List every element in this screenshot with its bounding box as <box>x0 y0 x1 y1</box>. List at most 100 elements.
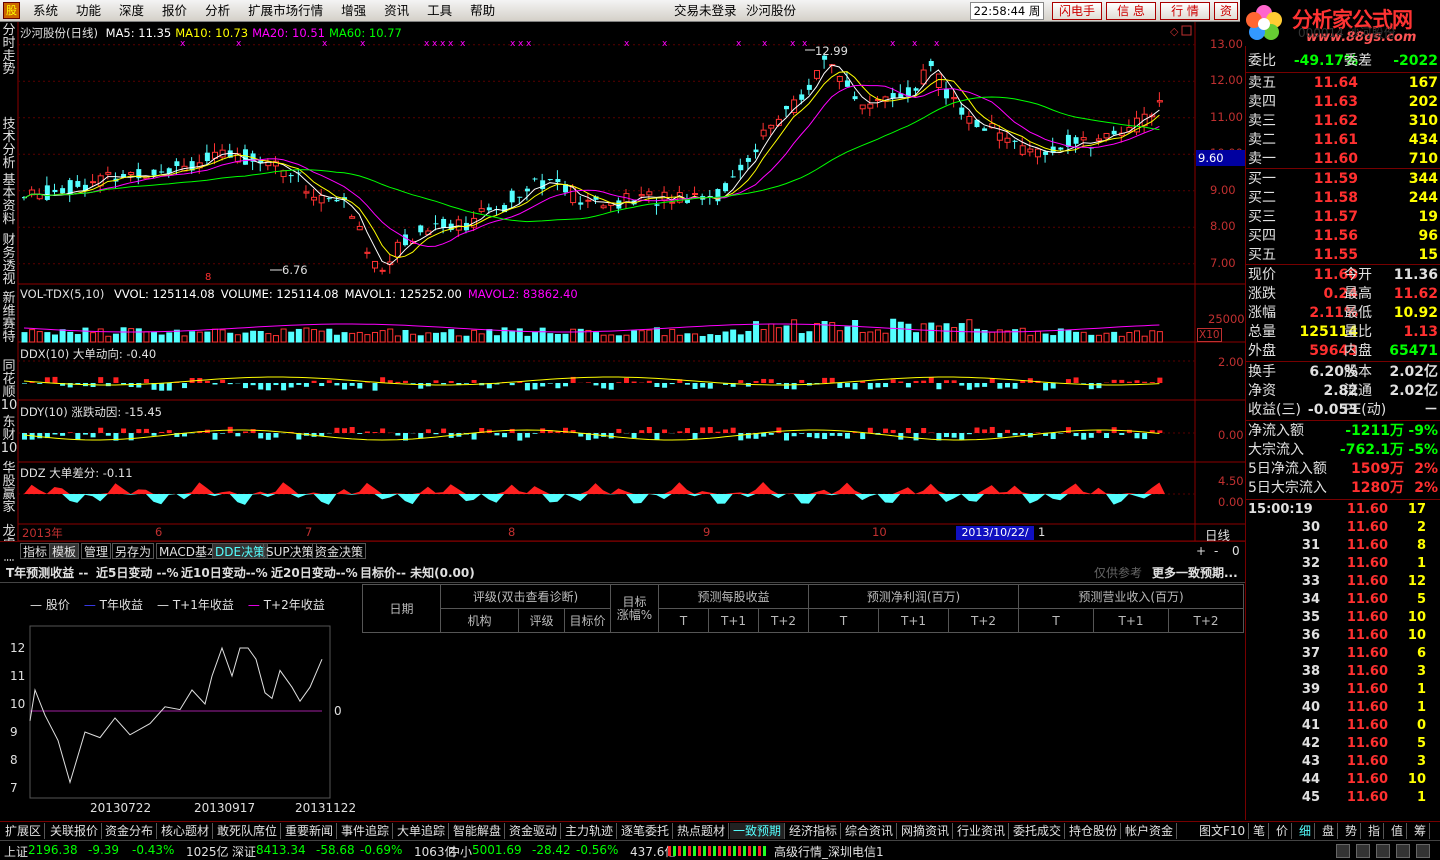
asset-button[interactable]: 资 <box>1214 2 1238 20</box>
right-tab-5[interactable]: 指 <box>1365 823 1385 839</box>
menu-item-7[interactable]: 资讯 <box>375 0 418 22</box>
volume-bar <box>1057 328 1064 343</box>
menu-item-1[interactable]: 功能 <box>67 0 110 22</box>
panel-close-icon[interactable] <box>1181 25 1192 36</box>
tray-icon[interactable] <box>1376 844 1390 858</box>
ddy-bar <box>791 433 797 437</box>
quote-button[interactable]: 行 情 <box>1160 2 1210 20</box>
ask-row[interactable]: 卖四 11.63 202 <box>1248 93 1438 112</box>
ask-row[interactable]: 卖五 11.64 167 <box>1248 74 1438 93</box>
menu-item-0[interactable]: 系统 <box>24 0 67 22</box>
bid-row[interactable]: 买一 11.59 344 <box>1248 170 1438 189</box>
right-tab-2[interactable]: 细 <box>1296 823 1316 839</box>
tray-icon[interactable] <box>1356 844 1370 858</box>
ask-row[interactable]: 卖二 11.61 434 <box>1248 131 1438 150</box>
menu-item-3[interactable]: 报价 <box>153 0 196 22</box>
forecast-table[interactable]: 日期 评级(双击查看诊断) 目标 涨幅% 预测每股收益 预测净利润(百万) 预测营业收入(… <box>362 584 1244 633</box>
toolbar-tab-7[interactable]: 资金决策 <box>312 543 367 559</box>
right-tab-7[interactable]: 筹 <box>1411 823 1431 839</box>
tick-price: 11.60 <box>1346 520 1388 535</box>
bottom-tab-14[interactable]: 经济指标 <box>786 823 842 839</box>
right-tab-6[interactable]: 值 <box>1388 823 1408 839</box>
side-tab-3[interactable]: 财务透视 <box>0 234 18 286</box>
volume-bar <box>1034 330 1041 343</box>
toolbar-tab-2[interactable]: 管理 <box>81 543 112 559</box>
kline-chart-area[interactable]: x x x x x x x x x x x x x x x x x x x x x 8 ◇ 分时走势技术分析基本资料财务透视… <box>0 22 1245 564</box>
bottom-tab-15[interactable]: 综合资讯 <box>842 823 898 839</box>
side-tab-0[interactable]: 分时走势 <box>0 24 18 76</box>
side-tab-4[interactable]: 新维赛特 <box>0 292 18 344</box>
zoom-in-button[interactable]: + <box>1196 543 1206 559</box>
candle-body <box>555 178 561 183</box>
bid-row[interactable]: 买五 11.55 15 <box>1248 246 1438 265</box>
right-tab-3[interactable]: 盘 <box>1319 823 1339 839</box>
forecast-more-link[interactable]: 更多一致预期... <box>1152 564 1238 581</box>
menu-item-2[interactable]: 深度 <box>110 0 153 22</box>
side-tab-5[interactable]: 同花顺10 <box>0 360 18 412</box>
bottom-tab-19[interactable]: 持仓股份 <box>1066 823 1122 839</box>
bottom-tab-6[interactable]: 事件追踪 <box>338 823 394 839</box>
ddy-bar <box>242 431 248 433</box>
volume-bar <box>768 323 775 343</box>
index-name[interactable]: 上证 <box>4 843 28 860</box>
menu-item-4[interactable]: 分析 <box>196 0 239 22</box>
menu-item-6[interactable]: 增强 <box>332 0 375 22</box>
toolbar-tab-3[interactable]: 另存为 <box>112 543 155 559</box>
bottom-tab-16[interactable]: 网摘资讯 <box>898 823 954 839</box>
bottom-tab-4[interactable]: 敢死队席位 <box>214 823 282 839</box>
bottom-tab-13[interactable]: 一致预期 <box>730 823 786 839</box>
bottom-tab-3[interactable]: 核心题材 <box>158 823 214 839</box>
tray-icon[interactable] <box>1336 844 1350 858</box>
index-name[interactable]: 深证 <box>232 843 256 860</box>
menu-item-5[interactable]: 扩展市场行情 <box>239 0 332 22</box>
bottom-tab-7[interactable]: 大单追踪 <box>394 823 450 839</box>
tray-icon[interactable] <box>1416 844 1430 858</box>
lightning-trade-button[interactable]: 闪电手 <box>1052 2 1102 20</box>
toolbar-tab-6[interactable]: SUP决策 <box>263 543 317 559</box>
bottom-tab-10[interactable]: 主力轨迹 <box>562 823 618 839</box>
side-tab-7[interactable]: 华股赢家 <box>0 462 18 514</box>
volume-bar <box>440 332 447 343</box>
server-label[interactable]: 高级行情_深圳电信1 <box>774 843 884 860</box>
info-button[interactable]: 信 息 <box>1106 2 1156 20</box>
side-tab-1[interactable]: 技术分析 <box>0 118 18 170</box>
right-tab-1[interactable]: 价 <box>1273 823 1293 839</box>
bottom-tab-9[interactable]: 资金驱动 <box>506 823 562 839</box>
bottom-tab-11[interactable]: 逐笔委托 <box>618 823 674 839</box>
ddy-bar <box>959 433 965 440</box>
right-tab-4[interactable]: 势 <box>1342 823 1362 839</box>
index-name[interactable]: 中小 <box>448 843 472 860</box>
zoom-out-button[interactable]: - <box>1214 543 1218 559</box>
bid-row[interactable]: 买三 11.57 19 <box>1248 208 1438 227</box>
bottom-tab-1[interactable]: 关联报价 <box>47 823 103 839</box>
bottom-tab-12[interactable]: 热点题材 <box>674 823 730 839</box>
toolbar-tab-5[interactable]: DDE决策 <box>212 543 269 559</box>
bottom-tab-5[interactable]: 重要新闻 <box>282 823 338 839</box>
bottom-tab-21[interactable]: 图文F10 <box>1196 823 1250 839</box>
ask-row[interactable]: 卖一 11.60 710 <box>1248 150 1438 169</box>
toolbar-tab-0[interactable]: 指标 <box>20 543 51 559</box>
kline-svg[interactable]: x x x x x x x x x x x x x x x x x x x x x8◇ <box>0 22 1245 542</box>
toolbar-tab-1[interactable]: 模板 <box>49 543 80 559</box>
menu-item-8[interactable]: 工具 <box>418 0 461 22</box>
bottom-tab-8[interactable]: 智能解盘 <box>450 823 506 839</box>
volume-bar <box>1134 330 1141 343</box>
bottom-tab-2[interactable]: 资金分布 <box>102 823 158 839</box>
tray-icon[interactable] <box>1396 844 1410 858</box>
bottom-tab-18[interactable]: 委托成交 <box>1010 823 1066 839</box>
side-tab-2[interactable]: 基本资料 <box>0 174 18 226</box>
bottom-tab-17[interactable]: 行业资讯 <box>954 823 1010 839</box>
zoom-reset-button[interactable]: 0 <box>1232 543 1240 559</box>
volume-bar <box>196 331 203 343</box>
bid-row[interactable]: 买二 11.58 244 <box>1248 189 1438 208</box>
ask-row[interactable]: 卖三 11.62 310 <box>1248 112 1438 131</box>
bid-row[interactable]: 买四 11.56 96 <box>1248 227 1438 246</box>
side-tab-6[interactable]: 东财10 <box>0 416 18 455</box>
bottom-tab-0[interactable]: 扩展区 <box>2 823 46 839</box>
menu-item-9[interactable]: 帮助 <box>461 0 504 22</box>
mini-x-tick: 20131122 <box>295 801 356 815</box>
login-status[interactable]: 交易未登录 <box>674 0 737 22</box>
bottom-tab-20[interactable]: 帐户资金 <box>1122 823 1178 839</box>
diamond-icon[interactable]: ◇ <box>1170 25 1179 38</box>
right-tab-0[interactable]: 笔 <box>1250 823 1270 839</box>
